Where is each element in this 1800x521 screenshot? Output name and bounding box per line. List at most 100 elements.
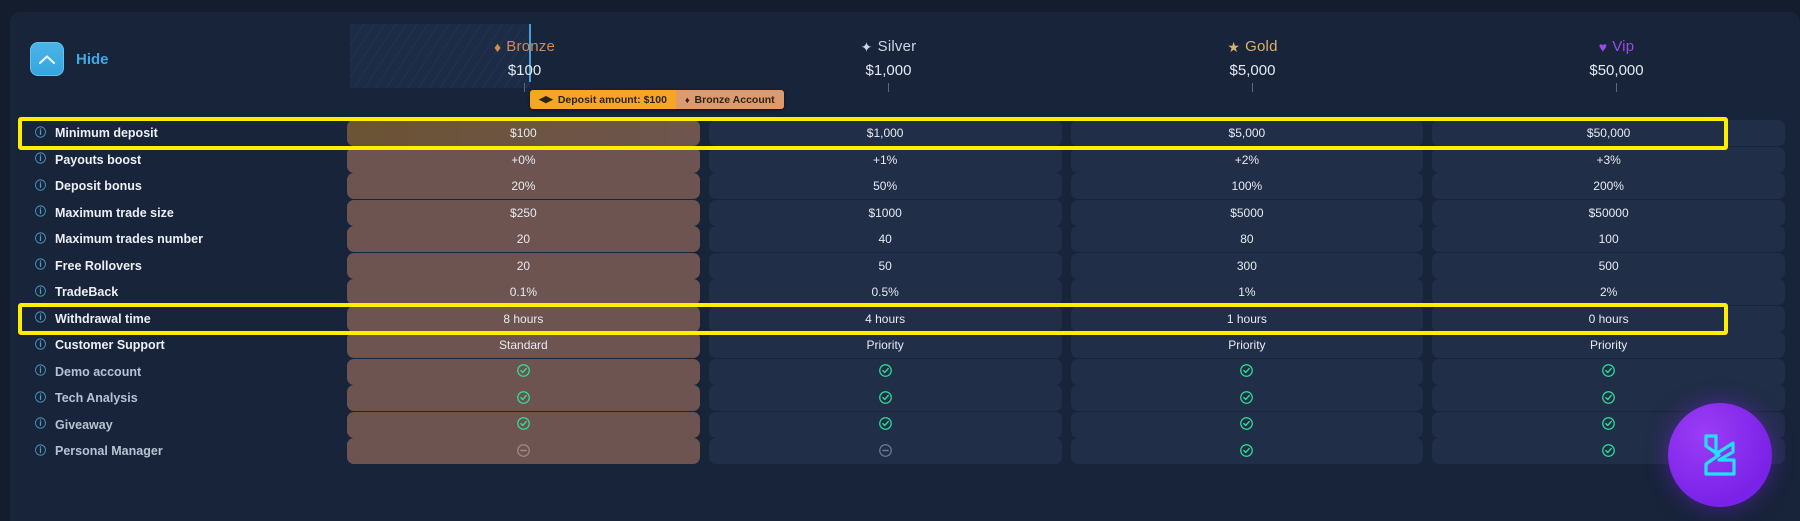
cell-vip: 500 [1432,252,1785,279]
badge-account-segment[interactable]: ♦ Bronze Account [675,90,784,109]
row-label-demo-account: ⓘ Demo account [10,365,347,379]
badge-deposit-text: Deposit amount: $100 [557,93,667,106]
slider-handle-icon: ◀▶ [539,94,553,104]
check-icon [1602,390,1615,406]
row-label-text: TradeBack [55,285,119,300]
row-cells [347,411,1800,438]
row-cells: 20% 50% 100% 200% [347,173,1800,200]
features-table: ⓘ Minimum deposit $100 $1,000 $5,000 $50,000 ⓘ… [10,120,1800,465]
tier-tick [524,83,525,92]
tier-tick [1616,83,1617,92]
cell-silver: 40 [708,226,1062,253]
info-icon[interactable]: ⓘ [35,260,46,271]
tier-header-bronze[interactable]: ♦ Bronze $100 [435,38,615,92]
tier-name: Silver [877,38,917,55]
info-icon[interactable]: ⓘ [35,392,46,404]
cell-gold: 100% [1070,173,1424,200]
row-label-text: Maximum trades number [55,232,203,247]
check-icon [1602,364,1615,379]
info-icon[interactable]: ⓘ [35,127,46,139]
tier-name: Bronze [506,38,556,55]
sparkle-icon: ✦ [860,38,873,55]
info-icon[interactable]: ⓘ [35,154,46,165]
cell-value: 1 hours [1226,311,1267,326]
cell-gold [1070,358,1424,385]
cell-value: 0.5% [871,285,899,300]
tier-price: $50,000 [1589,62,1644,79]
row-label-text: Demo account [55,364,142,379]
cell-gold: 1% [1070,279,1424,306]
cell-bronze: $250 [347,199,700,226]
row-cells: $250 $1000 $5000 $50000 [347,199,1800,226]
deposit-amount-badge[interactable]: ◀▶ Deposit amount: $100 ♦ Bronze Account [530,90,784,109]
cell-vip: 200% [1432,173,1785,200]
cell-value: $5000 [1230,205,1264,220]
cell-value: 100% [1231,179,1263,194]
cell-value: Standard [499,338,548,353]
cell-value: 8 hours [503,311,544,326]
cell-vip [1432,358,1785,385]
table-row: ⓘ TradeBack 0.1% 0.5% 1% 2% [10,279,1800,306]
cell-value: 20% [511,179,536,194]
info-icon[interactable]: ⓘ [35,419,46,430]
cell-value: 100 [1598,232,1619,247]
table-row: ⓘ Giveaway [10,411,1800,439]
tier-header-row: ♦ Bronze $100 ✦ Silver $1,000 ★ Gold $5,000 ♥ V… [10,12,1800,112]
cell-vip: 0 hours [1432,305,1785,332]
cell-gold: +2% [1070,146,1424,173]
minus-icon [517,443,530,459]
info-icon[interactable]: ⓘ [35,180,46,192]
tier-price: $5,000 [1229,62,1276,79]
cell-value: +3% [1596,152,1621,167]
table-row: ⓘ Maximum trades number 20 40 80 100 [10,226,1800,253]
table-row: ⓘ Deposit bonus 20% 50% 100% 200% [10,173,1800,200]
cell-value: 500 [1598,258,1619,273]
row-label-free-rollovers: ⓘ Free Rollovers [10,259,347,273]
check-icon [517,390,530,406]
cell-value: +1% [872,152,898,167]
cell-value: +2% [1234,152,1260,167]
info-icon[interactable]: ⓘ [35,207,46,218]
row-cells: 8 hours 4 hours 1 hours 0 hours [347,305,1800,332]
cell-bronze [347,358,700,385]
cell-value: $100 [510,126,537,141]
cell-value: 0.1% [509,285,538,300]
cell-value: 4 hours [865,311,906,326]
badge-deposit-segment[interactable]: ◀▶ Deposit amount: $100 [530,90,676,109]
cell-value: $1,000 [866,126,904,141]
tier-price: $1,000 [865,62,912,79]
row-cells [347,358,1800,385]
cell-bronze: Standard [347,332,700,359]
cell-value: 40 [878,232,892,247]
info-icon[interactable]: ⓘ [35,286,46,298]
info-icon[interactable]: ⓘ [35,313,46,324]
cell-value: 300 [1236,258,1257,273]
info-icon[interactable]: ⓘ [35,445,46,457]
cell-gold: $5000 [1070,199,1424,226]
tier-price: $100 [507,62,542,79]
cell-silver: $1,000 [708,120,1062,147]
info-icon[interactable]: ⓘ [35,339,46,351]
check-icon [878,417,892,432]
cell-vip: +3% [1432,146,1785,173]
cell-value: Priority [866,338,904,353]
cell-vip: $50000 [1432,199,1785,226]
tier-header-vip[interactable]: ♥ Vip $50,000 [1527,38,1707,92]
check-icon [1240,417,1254,432]
check-icon [1240,390,1254,406]
info-icon[interactable]: ⓘ [35,233,46,245]
diamond-icon: ♦ [684,94,690,105]
cell-bronze [347,438,700,465]
cell-vip: $50,000 [1432,120,1785,147]
row-label-text: Deposit bonus [55,179,142,194]
row-label-tradeback: ⓘ TradeBack [10,285,347,299]
row-cells: $100 $1,000 $5,000 $50,000 [347,120,1800,147]
cell-bronze: 20% [347,173,700,200]
cell-value: $50,000 [1586,126,1631,141]
cell-bronze: $100 [347,120,700,147]
info-icon[interactable]: ⓘ [35,366,46,377]
cell-vip: 100 [1432,226,1785,253]
brand-logo[interactable] [1668,403,1772,507]
tier-header-silver[interactable]: ✦ Silver $1,000 [799,38,979,92]
tier-header-gold[interactable]: ★ Gold $5,000 [1163,38,1343,92]
